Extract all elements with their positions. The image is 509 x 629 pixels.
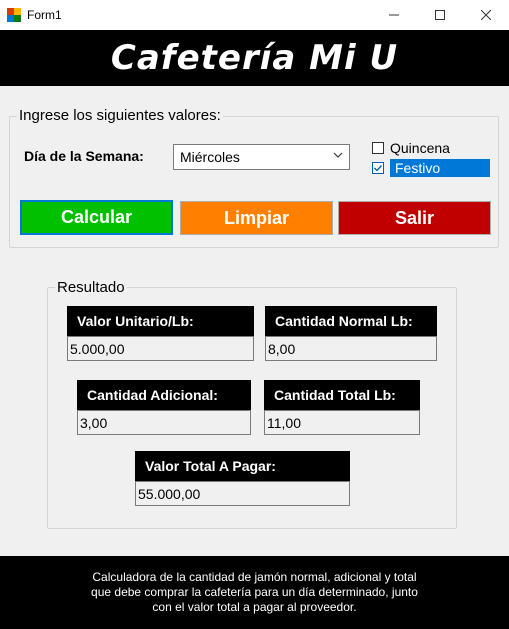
maximize-button[interactable]	[417, 0, 463, 30]
festivo-checkbox-box[interactable]	[372, 162, 384, 174]
valor-total-label: Valor Total A Pagar:	[135, 451, 350, 481]
footer-line-2: que debe comprar la cafetería para un dí…	[91, 585, 418, 599]
cantidad-adicional-value: 3,00	[77, 410, 251, 435]
footer-line-1: Calculadora de la cantidad de jamón norm…	[92, 570, 417, 584]
window-title: Form1	[27, 8, 62, 22]
cantidad-normal-value: 8,00	[265, 336, 437, 361]
day-select[interactable]: Miércoles	[173, 144, 350, 170]
cantidad-total-label: Cantidad Total Lb:	[264, 380, 420, 410]
festivo-checkbox[interactable]: Festivo	[372, 159, 490, 177]
results-group-title: Resultado	[55, 279, 127, 296]
footer-line-3: con el valor total a pagar al proveedor.	[152, 600, 357, 614]
page-title: Cafetería Mi U	[110, 38, 399, 78]
quincena-checkbox[interactable]: Quincena	[372, 140, 450, 156]
day-label: Día de la Semana:	[24, 148, 144, 164]
maximize-icon	[435, 10, 445, 20]
close-button[interactable]	[463, 0, 509, 30]
quincena-label: Quincena	[390, 140, 450, 156]
salir-button[interactable]: Salir	[338, 201, 491, 235]
minimize-button[interactable]	[371, 0, 417, 30]
input-group-title: Ingrese los siguientes valores:	[17, 107, 223, 124]
cantidad-total-value: 11,00	[264, 410, 420, 435]
minimize-icon	[389, 14, 399, 16]
chevron-down-icon	[333, 152, 343, 158]
cantidad-adicional-label: Cantidad Adicional:	[77, 380, 251, 410]
calcular-button[interactable]: Calcular	[20, 200, 173, 235]
quincena-checkbox-box[interactable]	[372, 142, 384, 154]
header-banner: Cafetería Mi U	[0, 30, 509, 86]
footer-description: Calculadora de la cantidad de jamón norm…	[0, 556, 509, 629]
limpiar-button[interactable]: Limpiar	[180, 201, 333, 235]
festivo-label: Festivo	[390, 159, 490, 177]
day-select-value: Miércoles	[180, 149, 240, 165]
cantidad-normal-label: Cantidad Normal Lb:	[265, 306, 437, 336]
check-icon	[374, 165, 383, 172]
app-icon	[7, 8, 21, 22]
valor-total-value: 55.000,00	[135, 481, 350, 506]
valor-unitario-value: 5.000,00	[67, 336, 254, 361]
valor-unitario-label: Valor Unitario/Lb:	[67, 306, 254, 336]
close-icon	[481, 10, 491, 20]
